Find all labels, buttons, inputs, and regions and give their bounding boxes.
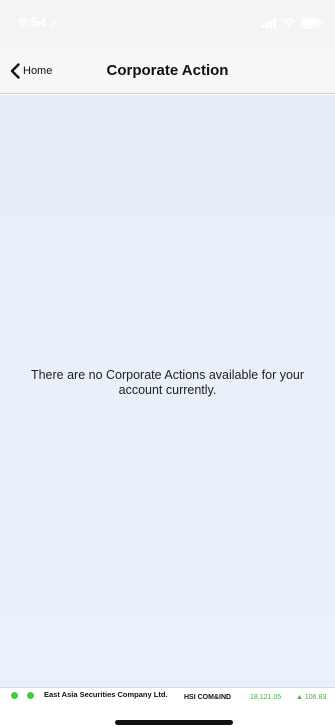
status-time-text: 9:54 — [18, 14, 47, 30]
market-status-dot — [27, 692, 34, 699]
index-change: ▲ 106.83 — [296, 694, 327, 701]
empty-state-message: There are no Corporate Actions available… — [30, 368, 305, 397]
battery-icon — [301, 17, 323, 28]
ticker-bar: East Asia Securities Company Ltd. HSI CO… — [0, 687, 335, 701]
wifi-icon — [282, 17, 296, 28]
status-bar: 9:54 ↗ — [0, 0, 335, 48]
signal-icon — [261, 17, 276, 28]
company-name: East Asia Securities Company Ltd. — [44, 690, 168, 699]
location-icon: ↗ — [48, 19, 58, 30]
page-title: Corporate Action — [106, 62, 229, 79]
connection-status-dot — [11, 692, 18, 699]
index-name: HSI COM&IND — [184, 694, 232, 701]
home-indicator[interactable] — [115, 720, 233, 725]
index-value: 18,121.05 — [250, 694, 282, 701]
navigation-bar: Home Corporate Action — [0, 48, 335, 94]
content-area: There are no Corporate Actions available… — [0, 95, 335, 687]
status-time: 9:54 ↗ — [18, 14, 57, 30]
home-area — [0, 701, 335, 727]
status-icons — [261, 17, 323, 28]
